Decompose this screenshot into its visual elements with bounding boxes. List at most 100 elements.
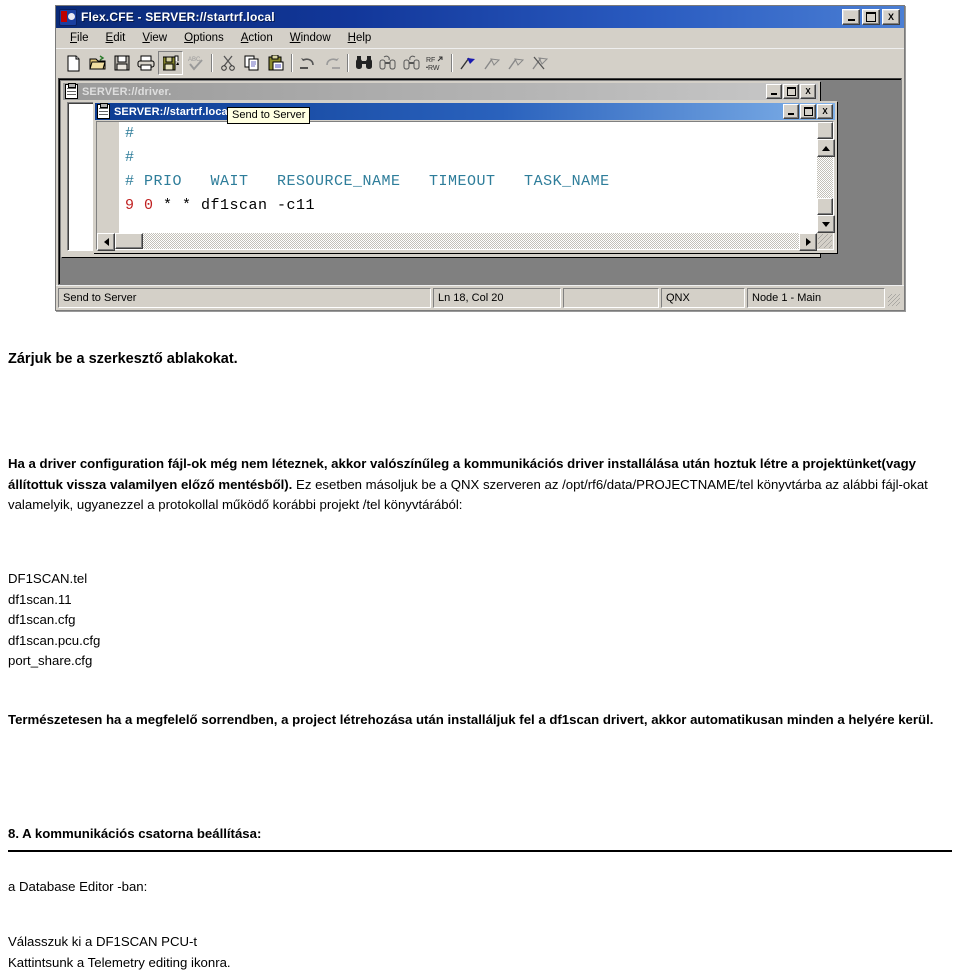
code-line-4: 9 0 * * df1scan -c11: [119, 194, 817, 218]
child-resize-grip[interactable]: [817, 233, 833, 249]
hscroll-thumb[interactable]: [115, 233, 143, 249]
cut-icon[interactable]: [216, 52, 239, 74]
child-driver-minimize-button[interactable]: [766, 84, 782, 99]
maximize-button[interactable]: [862, 9, 880, 25]
toolbar-separator: [288, 53, 295, 73]
list-item: port_share.cfg: [8, 653, 93, 668]
scroll-up-arrow-icon[interactable]: [817, 139, 835, 157]
tag-2-icon[interactable]: [504, 52, 527, 74]
scroll-down-arrow-icon[interactable]: [817, 215, 835, 233]
find-previous-icon[interactable]: [400, 52, 423, 74]
menu-item-options[interactable]: Options: [177, 30, 231, 46]
tag-clear-icon[interactable]: [528, 52, 551, 74]
new-file-icon[interactable]: [62, 52, 85, 74]
minimize-button[interactable]: [842, 9, 860, 25]
list-item: df1scan.cfg: [8, 612, 76, 627]
tail-line-1: Válasszuk ki a DF1SCAN PCU-t: [8, 934, 198, 949]
child-driver-close-button[interactable]: X: [800, 84, 816, 99]
child-driver-titlebar[interactable]: SERVER://driver. X: [63, 83, 818, 100]
save-icon[interactable]: [110, 52, 133, 74]
vscroll-track[interactable]: [817, 157, 833, 198]
statusbar: Send to Server Ln 18, Col 20 QNX Node 1 …: [56, 285, 904, 310]
window-controls: X: [842, 9, 902, 25]
find-next-icon[interactable]: [376, 52, 399, 74]
code-line-4-cmd: * * df1scan -c11: [153, 197, 316, 214]
menu-item-view[interactable]: View: [135, 30, 174, 46]
paste-icon[interactable]: [264, 52, 287, 74]
mdi-client-area: SERVER://driver. X SERVER://startrf.loca…: [58, 78, 902, 285]
tail-line-2: Kattintsunk a Telemetry editing ikonra.: [8, 955, 231, 970]
menu-item-action[interactable]: Action: [234, 30, 280, 46]
code-line-2: #: [119, 146, 817, 170]
child-startrf-titlebar[interactable]: SERVER://startrf.local X: [95, 103, 835, 120]
status-hint: Send to Server: [58, 288, 431, 308]
rf-raw-icon[interactable]: RF RW: [424, 52, 447, 74]
list-item: df1scan.11: [8, 591, 72, 607]
find-binoculars-icon[interactable]: [352, 52, 375, 74]
file-list: DF1SCAN.tel df1scan.11 df1scan.cfg df1sc…: [8, 569, 100, 672]
main-paragraph: Ha a driver configuration fájl-ok még ne…: [8, 454, 952, 516]
close-button[interactable]: X: [882, 9, 900, 25]
print-icon[interactable]: [134, 52, 157, 74]
toolbar-separator: [344, 53, 351, 73]
child-window-startrf[interactable]: SERVER://startrf.local X # # # PRIO WAIT…: [93, 101, 837, 253]
child-startrf-title: SERVER://startrf.local: [114, 105, 231, 118]
status-cursor-position: Ln 18, Col 20: [433, 288, 561, 308]
svg-text:RF: RF: [426, 57, 435, 64]
section-divider: [8, 850, 952, 852]
child-startrf-maximize-button[interactable]: [800, 104, 816, 119]
document-icon: [65, 83, 78, 99]
vscroll-thumb[interactable]: [817, 198, 833, 215]
status-blank-panel: [563, 288, 659, 308]
child-driver-maximize-button[interactable]: [783, 84, 799, 99]
editor-vertical-scrollbar[interactable]: [817, 122, 835, 233]
child-startrf-minimize-button[interactable]: [783, 104, 799, 119]
scroll-right-arrow-icon[interactable]: [799, 233, 817, 251]
close-editors-note: Zárjuk be a szerkesztő ablakokat.: [8, 351, 238, 367]
vscroll-top-cap[interactable]: [817, 122, 833, 139]
code-line-1: #: [119, 122, 817, 146]
undo-icon[interactable]: [296, 52, 319, 74]
hscroll-track[interactable]: [143, 233, 799, 249]
menubar: File Edit View Options Action Window Hel…: [56, 28, 904, 48]
toolbar-separator: [448, 53, 455, 73]
code-line-4-prio: 9 0: [125, 197, 154, 214]
menu-item-window[interactable]: Window: [283, 30, 338, 46]
child-startrf-body: # # # PRIO WAIT RESOURCE_NAME TIMEOUT TA…: [95, 120, 835, 251]
editor-gutter: [97, 122, 119, 233]
status-platform: QNX: [661, 288, 745, 308]
editor-horizontal-scrollbar[interactable]: [97, 233, 833, 251]
list-item: DF1SCAN.tel: [8, 571, 88, 586]
open-folder-icon[interactable]: [86, 52, 109, 74]
auto-install-note: Természetesen ha a megfelelő sorrendben,…: [8, 712, 934, 727]
window-title: Flex.CFE - SERVER://startrf.local: [81, 10, 275, 24]
menu-item-file[interactable]: File: [63, 30, 96, 46]
scroll-left-arrow-icon[interactable]: [97, 233, 115, 251]
menu-item-help[interactable]: Help: [341, 30, 379, 46]
child-startrf-controls: X: [783, 104, 834, 119]
redo-icon[interactable]: [320, 52, 343, 74]
tag-1-icon[interactable]: [480, 52, 503, 74]
code-line-1-text: #: [125, 125, 135, 142]
window-resize-grip[interactable]: [887, 288, 902, 308]
editor-row: # # # PRIO WAIT RESOURCE_NAME TIMEOUT TA…: [97, 122, 835, 233]
spellcheck-icon[interactable]: ABC: [184, 52, 207, 74]
code-line-2-text: #: [125, 149, 135, 166]
flex-cfe-window: Flex.CFE - SERVER://startrf.local X File…: [55, 5, 905, 311]
child-driver-title: SERVER://driver.: [82, 85, 172, 98]
list-item: df1scan.pcu.cfg: [8, 632, 101, 648]
document-icon: [97, 103, 110, 119]
status-node: Node 1 - Main: [747, 288, 885, 308]
editor-text-area[interactable]: # # # PRIO WAIT RESOURCE_NAME TIMEOUT TA…: [119, 122, 817, 233]
flag-icon[interactable]: [456, 52, 479, 74]
menu-item-edit[interactable]: Edit: [99, 30, 133, 46]
child-driver-controls: X: [766, 84, 817, 99]
application-screenshot: Flex.CFE - SERVER://startrf.local X File…: [55, 5, 905, 311]
send-to-server-icon[interactable]: [158, 51, 183, 75]
section-heading: 8. A kommunikációs csatorna beállítása:: [8, 826, 262, 841]
cfe-logo-icon: [59, 8, 77, 26]
child-startrf-close-button[interactable]: X: [817, 104, 833, 119]
send-to-server-tooltip: Send to Server: [227, 107, 311, 124]
copy-icon[interactable]: [240, 52, 263, 74]
svg-text:RW: RW: [428, 65, 440, 71]
